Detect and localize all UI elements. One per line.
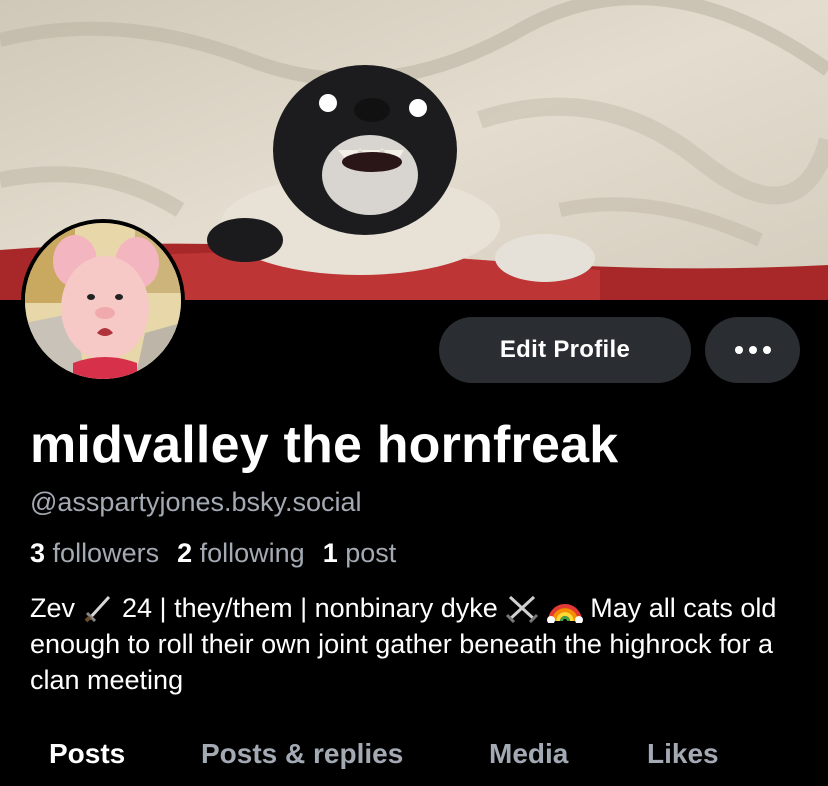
posts-count: 1 [322, 538, 338, 568]
bio-text-1: Zev [30, 593, 83, 623]
bio-text-2: 24 | they/them | nonbinary dyke [114, 593, 506, 623]
rainbow-icon [546, 604, 583, 624]
more-options-button[interactable] [705, 317, 800, 383]
avatar-image [25, 223, 181, 379]
following-stat[interactable]: 2 following [177, 538, 305, 568]
edit-profile-button[interactable]: Edit Profile [439, 317, 691, 383]
posts-stat: 1 post [323, 538, 397, 568]
tab-likes[interactable]: Likes [647, 738, 719, 770]
followers-label: followers [52, 538, 160, 568]
profile-bio: Zev 24 | they/them | nonbinary dyke May … [30, 590, 810, 698]
following-label: following [199, 538, 305, 568]
following-count: 2 [177, 538, 193, 568]
profile-tabs: Posts Posts & replies Media Likes [0, 733, 828, 786]
followers-stat[interactable]: 3 followers [30, 538, 159, 568]
crossed-swords-icon [506, 595, 539, 624]
followers-count: 3 [30, 538, 46, 568]
ellipsis-icon [734, 346, 771, 354]
display-name: midvalley the hornfreak [30, 416, 619, 474]
dagger-icon [84, 595, 110, 623]
profile-stats: 3 followers 2 following 1 post [30, 538, 396, 569]
tab-posts-and-replies[interactable]: Posts & replies [201, 738, 403, 770]
tab-media[interactable]: Media [489, 738, 568, 770]
posts-label: post [345, 538, 397, 568]
tab-posts[interactable]: Posts [49, 738, 125, 770]
profile-handle: @asspartyjones.bsky.social [30, 487, 362, 517]
avatar[interactable] [21, 219, 185, 383]
